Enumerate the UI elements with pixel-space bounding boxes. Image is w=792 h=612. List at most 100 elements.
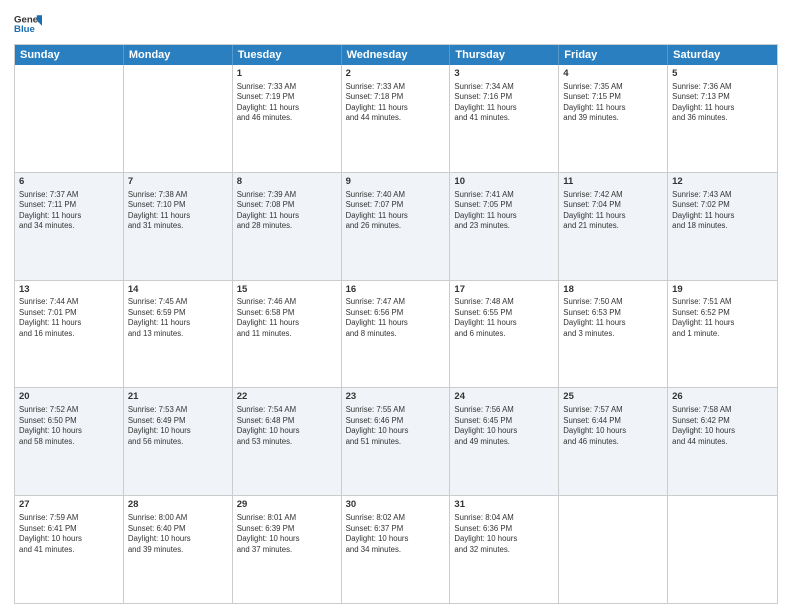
day-info-line: Daylight: 10 hours: [454, 534, 554, 545]
day-info-line: and 11 minutes.: [237, 329, 337, 340]
weekday-header: Monday: [124, 45, 233, 65]
calendar-cell: 4Sunrise: 7:35 AMSunset: 7:15 PMDaylight…: [559, 65, 668, 172]
day-info-line: Daylight: 11 hours: [346, 103, 446, 114]
day-info-line: Sunset: 7:18 PM: [346, 92, 446, 103]
day-info-line: Sunset: 7:05 PM: [454, 200, 554, 211]
calendar-row: 20Sunrise: 7:52 AMSunset: 6:50 PMDayligh…: [15, 387, 777, 495]
day-number: 12: [672, 176, 773, 189]
day-number: 13: [19, 284, 119, 297]
day-number: 27: [19, 499, 119, 512]
day-info-line: and 31 minutes.: [128, 221, 228, 232]
page-header: General Blue: [14, 10, 778, 38]
calendar-cell: 30Sunrise: 8:02 AMSunset: 6:37 PMDayligh…: [342, 496, 451, 603]
day-info-line: and 51 minutes.: [346, 437, 446, 448]
day-info-line: Sunrise: 7:39 AM: [237, 190, 337, 201]
day-info-line: Daylight: 11 hours: [454, 318, 554, 329]
calendar-cell: 23Sunrise: 7:55 AMSunset: 6:46 PMDayligh…: [342, 388, 451, 495]
calendar-cell: 6Sunrise: 7:37 AMSunset: 7:11 PMDaylight…: [15, 173, 124, 280]
day-info-line: Daylight: 11 hours: [454, 211, 554, 222]
day-info-line: Sunrise: 7:57 AM: [563, 405, 663, 416]
day-info-line: Daylight: 11 hours: [128, 211, 228, 222]
day-info-line: Daylight: 10 hours: [19, 534, 119, 545]
day-info-line: Sunrise: 8:01 AM: [237, 513, 337, 524]
day-info-line: Sunrise: 8:02 AM: [346, 513, 446, 524]
day-info-line: Sunrise: 7:48 AM: [454, 297, 554, 308]
calendar-cell: [15, 65, 124, 172]
day-number: 31: [454, 499, 554, 512]
day-info-line: Sunrise: 7:33 AM: [237, 82, 337, 93]
logo: General Blue: [14, 10, 42, 38]
day-info-line: Sunset: 7:04 PM: [563, 200, 663, 211]
day-info-line: Sunset: 6:52 PM: [672, 308, 773, 319]
day-info-line: and 16 minutes.: [19, 329, 119, 340]
day-info-line: Sunset: 7:15 PM: [563, 92, 663, 103]
day-info-line: Sunset: 7:19 PM: [237, 92, 337, 103]
calendar-cell: 14Sunrise: 7:45 AMSunset: 6:59 PMDayligh…: [124, 281, 233, 388]
day-info-line: Sunrise: 7:50 AM: [563, 297, 663, 308]
day-number: 28: [128, 499, 228, 512]
day-info-line: Sunset: 6:53 PM: [563, 308, 663, 319]
calendar-cell: 5Sunrise: 7:36 AMSunset: 7:13 PMDaylight…: [668, 65, 777, 172]
weekday-header: Friday: [559, 45, 668, 65]
day-info-line: Sunrise: 7:45 AM: [128, 297, 228, 308]
calendar-row: 6Sunrise: 7:37 AMSunset: 7:11 PMDaylight…: [15, 172, 777, 280]
day-number: 6: [19, 176, 119, 189]
day-info-line: and 41 minutes.: [19, 545, 119, 556]
calendar-row: 13Sunrise: 7:44 AMSunset: 7:01 PMDayligh…: [15, 280, 777, 388]
day-info-line: Daylight: 10 hours: [454, 426, 554, 437]
day-info-line: Sunset: 6:45 PM: [454, 416, 554, 427]
day-info-line: Daylight: 11 hours: [128, 318, 228, 329]
calendar-cell: 25Sunrise: 7:57 AMSunset: 6:44 PMDayligh…: [559, 388, 668, 495]
day-info-line: Sunrise: 7:47 AM: [346, 297, 446, 308]
day-info-line: Sunset: 6:50 PM: [19, 416, 119, 427]
day-info-line: Sunset: 7:13 PM: [672, 92, 773, 103]
day-info-line: and 28 minutes.: [237, 221, 337, 232]
day-info-line: and 1 minute.: [672, 329, 773, 340]
day-info-line: Daylight: 11 hours: [346, 211, 446, 222]
day-info-line: Sunset: 6:41 PM: [19, 524, 119, 535]
weekday-header: Saturday: [668, 45, 777, 65]
weekday-header: Tuesday: [233, 45, 342, 65]
calendar-cell: 20Sunrise: 7:52 AMSunset: 6:50 PMDayligh…: [15, 388, 124, 495]
day-info-line: Sunrise: 7:54 AM: [237, 405, 337, 416]
day-info-line: Sunset: 6:55 PM: [454, 308, 554, 319]
calendar-cell: 18Sunrise: 7:50 AMSunset: 6:53 PMDayligh…: [559, 281, 668, 388]
day-number: 8: [237, 176, 337, 189]
day-info-line: Sunrise: 7:36 AM: [672, 82, 773, 93]
day-info-line: Daylight: 10 hours: [237, 426, 337, 437]
day-info-line: Sunrise: 7:35 AM: [563, 82, 663, 93]
day-info-line: Sunset: 6:36 PM: [454, 524, 554, 535]
day-number: 25: [563, 391, 663, 404]
day-info-line: Sunrise: 7:41 AM: [454, 190, 554, 201]
day-info-line: Sunset: 6:58 PM: [237, 308, 337, 319]
calendar-cell: 8Sunrise: 7:39 AMSunset: 7:08 PMDaylight…: [233, 173, 342, 280]
day-number: 14: [128, 284, 228, 297]
day-info-line: and 46 minutes.: [237, 113, 337, 124]
day-info-line: and 36 minutes.: [672, 113, 773, 124]
day-info-line: and 21 minutes.: [563, 221, 663, 232]
day-info-line: Sunset: 7:01 PM: [19, 308, 119, 319]
day-info-line: and 13 minutes.: [128, 329, 228, 340]
day-info-line: Daylight: 11 hours: [237, 318, 337, 329]
day-info-line: Sunrise: 8:04 AM: [454, 513, 554, 524]
day-info-line: Daylight: 11 hours: [237, 103, 337, 114]
day-info-line: and 44 minutes.: [672, 437, 773, 448]
day-number: 3: [454, 68, 554, 81]
day-info-line: Sunset: 6:56 PM: [346, 308, 446, 319]
day-number: 18: [563, 284, 663, 297]
day-info-line: Sunrise: 7:44 AM: [19, 297, 119, 308]
day-info-line: Sunrise: 8:00 AM: [128, 513, 228, 524]
svg-text:Blue: Blue: [14, 24, 35, 35]
day-info-line: Daylight: 11 hours: [346, 318, 446, 329]
day-info-line: Daylight: 11 hours: [19, 318, 119, 329]
calendar-cell: 2Sunrise: 7:33 AMSunset: 7:18 PMDaylight…: [342, 65, 451, 172]
day-number: 7: [128, 176, 228, 189]
day-info-line: Sunrise: 7:58 AM: [672, 405, 773, 416]
day-number: 5: [672, 68, 773, 81]
day-number: 11: [563, 176, 663, 189]
day-number: 9: [346, 176, 446, 189]
day-info-line: Sunset: 7:07 PM: [346, 200, 446, 211]
calendar-cell: [668, 496, 777, 603]
day-info-line: and 18 minutes.: [672, 221, 773, 232]
day-info-line: and 3 minutes.: [563, 329, 663, 340]
